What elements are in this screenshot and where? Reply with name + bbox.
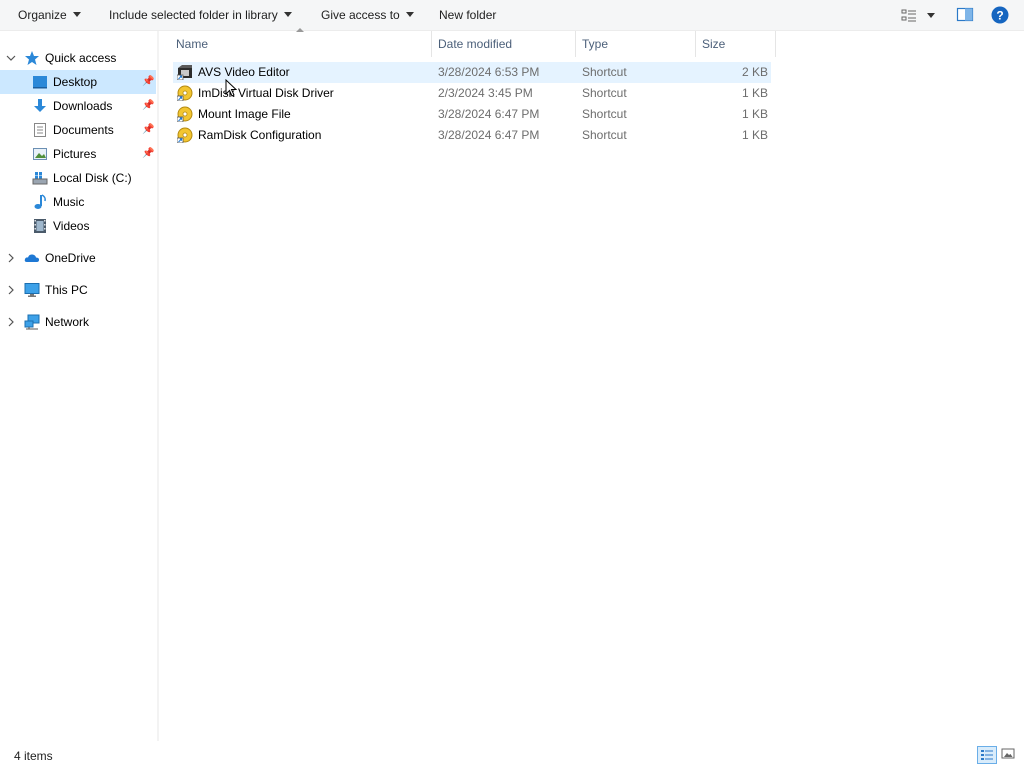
file-row[interactable]: AVS Video Editor 3/28/2024 6:53 PM Short… bbox=[173, 62, 771, 83]
column-header-date[interactable]: Date modified bbox=[432, 31, 576, 57]
network-icon bbox=[24, 314, 40, 330]
documents-icon bbox=[32, 122, 48, 138]
chevron-down-icon bbox=[72, 12, 81, 18]
nav-item-label: Pictures bbox=[53, 147, 97, 161]
file-name: RamDisk Configuration bbox=[198, 128, 322, 142]
nav-this-pc[interactable]: This PC bbox=[0, 278, 156, 302]
pin-icon[interactable]: 📌 bbox=[142, 70, 154, 94]
file-date: 2/3/2024 3:45 PM bbox=[438, 86, 533, 100]
large-icons-view-button[interactable] bbox=[999, 746, 1019, 764]
details-view-button[interactable] bbox=[977, 746, 997, 764]
file-type: Shortcut bbox=[582, 86, 627, 100]
preview-pane-button[interactable] bbox=[956, 6, 974, 24]
drive-icon bbox=[32, 170, 48, 186]
large-icons-view-icon bbox=[1001, 748, 1015, 759]
nav-onedrive[interactable]: OneDrive bbox=[0, 246, 156, 270]
file-type: Shortcut bbox=[582, 107, 627, 121]
nav-pane-divider[interactable] bbox=[157, 31, 159, 741]
pin-icon[interactable]: 📌 bbox=[142, 118, 154, 142]
file-name: Mount Image File bbox=[198, 107, 291, 121]
nav-item-local-disk[interactable]: Local Disk (C:) bbox=[0, 166, 156, 190]
downloads-icon bbox=[32, 98, 48, 114]
pin-icon[interactable]: 📌 bbox=[142, 94, 154, 118]
imdisk-icon bbox=[176, 85, 193, 102]
nav-item-desktop[interactable]: Desktop 📌 bbox=[0, 70, 156, 94]
nav-network[interactable]: Network bbox=[0, 310, 156, 334]
chevron-down-icon bbox=[283, 12, 292, 18]
file-date: 3/28/2024 6:47 PM bbox=[438, 128, 540, 142]
file-size: 1 KB bbox=[741, 86, 768, 100]
mouse-cursor-icon bbox=[225, 78, 238, 100]
include-in-library-button[interactable]: Include selected folder in library bbox=[109, 0, 292, 30]
pictures-icon bbox=[32, 146, 48, 162]
computer-icon bbox=[24, 282, 40, 298]
chevron-right-icon[interactable] bbox=[6, 310, 16, 343]
nav-quick-access-label: Quick access bbox=[45, 51, 117, 65]
column-header-name[interactable]: Name bbox=[170, 31, 432, 57]
nav-item-downloads[interactable]: Downloads 📌 bbox=[0, 94, 156, 118]
include-in-library-label: Include selected folder in library bbox=[109, 8, 278, 22]
nav-item-label: Videos bbox=[53, 219, 90, 233]
nav-item-music[interactable]: Music bbox=[0, 190, 156, 214]
change-view-button[interactable] bbox=[900, 6, 940, 24]
nav-item-label: Desktop bbox=[53, 75, 98, 89]
file-name: AVS Video Editor bbox=[198, 65, 290, 79]
view-options-icon bbox=[901, 9, 935, 22]
preview-pane-icon bbox=[956, 7, 974, 22]
file-row[interactable]: RamDisk Configuration 3/28/2024 6:47 PM … bbox=[173, 125, 771, 146]
organize-button[interactable]: Organize bbox=[18, 0, 81, 30]
desktop-icon bbox=[32, 74, 48, 90]
organize-label: Organize bbox=[18, 8, 67, 22]
nav-item-label: Music bbox=[53, 195, 85, 209]
chevron-right-icon[interactable] bbox=[6, 246, 16, 279]
column-header-size[interactable]: Size bbox=[696, 31, 776, 57]
command-bar: Organize Include selected folder in libr… bbox=[0, 0, 1024, 31]
nav-item-label: Local Disk (C:) bbox=[53, 171, 132, 185]
file-date: 3/28/2024 6:53 PM bbox=[438, 65, 540, 79]
nav-onedrive-label: OneDrive bbox=[45, 251, 96, 265]
details-view-icon bbox=[981, 750, 993, 760]
help-icon: ? bbox=[991, 6, 1009, 24]
chevron-down-icon bbox=[405, 12, 414, 18]
file-size: 2 KB bbox=[741, 65, 768, 79]
column-header-type[interactable]: Type bbox=[576, 31, 696, 57]
file-name: ImDisk Virtual Disk Driver bbox=[198, 86, 334, 100]
file-row[interactable]: ImDisk Virtual Disk Driver 2/3/2024 3:45… bbox=[173, 83, 771, 104]
nav-item-label: Documents bbox=[53, 123, 114, 137]
status-bar: 4 items bbox=[0, 742, 1024, 768]
nav-item-videos[interactable]: Videos bbox=[0, 214, 156, 238]
give-access-button[interactable]: Give access to bbox=[321, 0, 414, 30]
nav-item-label: Downloads bbox=[53, 99, 113, 113]
video-editor-icon bbox=[176, 64, 193, 81]
onedrive-icon bbox=[24, 250, 40, 266]
music-icon bbox=[32, 194, 48, 210]
svg-text:?: ? bbox=[996, 9, 1003, 23]
help-button[interactable]: ? bbox=[991, 6, 1009, 24]
file-type: Shortcut bbox=[582, 65, 627, 79]
file-date: 3/28/2024 6:47 PM bbox=[438, 107, 540, 121]
file-type: Shortcut bbox=[582, 128, 627, 142]
imdisk-icon bbox=[176, 106, 193, 123]
star-icon bbox=[24, 50, 40, 66]
nav-item-documents[interactable]: Documents 📌 bbox=[0, 118, 156, 142]
pin-icon[interactable]: 📌 bbox=[142, 142, 154, 166]
nav-item-pictures[interactable]: Pictures 📌 bbox=[0, 142, 156, 166]
file-size: 1 KB bbox=[741, 107, 768, 121]
item-count: 4 items bbox=[14, 749, 53, 763]
give-access-label: Give access to bbox=[321, 8, 400, 22]
nav-this-pc-label: This PC bbox=[45, 283, 88, 297]
sort-ascending-icon bbox=[296, 28, 304, 32]
file-row[interactable]: Mount Image File 3/28/2024 6:47 PM Short… bbox=[173, 104, 771, 125]
nav-quick-access[interactable]: Quick access bbox=[0, 46, 156, 70]
imdisk-icon bbox=[176, 127, 193, 144]
chevron-right-icon[interactable] bbox=[6, 278, 16, 311]
file-size: 1 KB bbox=[741, 128, 768, 142]
navigation-pane: Quick access Desktop 📌 Downloads 📌 Docum… bbox=[0, 31, 157, 741]
nav-network-label: Network bbox=[45, 315, 90, 329]
videos-icon bbox=[32, 218, 48, 234]
new-folder-button[interactable]: New folder bbox=[439, 0, 496, 30]
